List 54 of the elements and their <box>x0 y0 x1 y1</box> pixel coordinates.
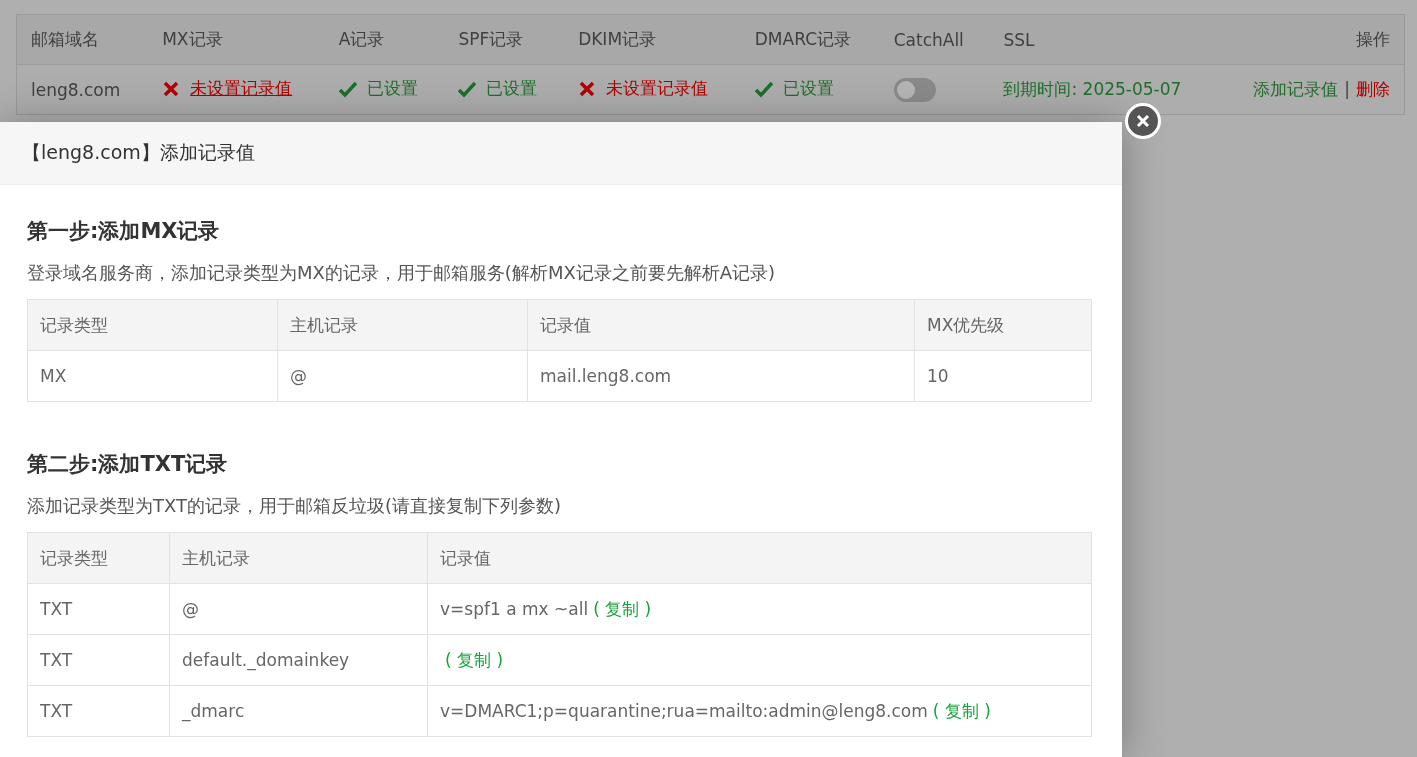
status-text: 已设置 <box>366 77 418 101</box>
column-header: DMARC记录 <box>740 14 880 65</box>
table-cell: v=spf1 a mx ~all <box>440 598 589 619</box>
section-heading: 第二步:添加TXT记录 <box>27 451 229 478</box>
column-header: A记录 <box>324 14 445 65</box>
column-header: 邮箱域名 <box>16 14 149 65</box>
table-cell: 到期时间: 2025-05-07 <box>989 64 1220 115</box>
status-text: 已设置 <box>782 77 834 101</box>
column-header: MX优先级 <box>914 299 1092 351</box>
check-icon <box>338 79 357 98</box>
table-cell: _dmarc <box>169 685 428 737</box>
column-header: SPF记录 <box>444 14 565 65</box>
column-header: 记录值 <box>527 299 915 351</box>
table-cell: 10 <box>914 350 1092 402</box>
close-button[interactable] <box>1125 103 1161 139</box>
table-cell: mail.leng8.com <box>527 350 915 402</box>
cross-icon <box>162 79 181 98</box>
status-link[interactable]: 未设置记录值 <box>190 77 293 101</box>
table-cell: @ <box>277 350 528 402</box>
table-cell: TXT <box>27 583 170 635</box>
dialog-title: 【leng8.com】添加记录值 <box>0 122 1122 185</box>
status-text: 未设置记录值 <box>606 77 709 101</box>
section-description: 添加记录类型为TXT的记录，用于邮箱反垃圾(请直接复制下列参数) <box>27 494 563 518</box>
copy-link[interactable]: ( 复制 ) <box>445 649 504 670</box>
column-header: CatchAll <box>879 14 990 65</box>
copy-link[interactable]: ( 复制 ) <box>932 700 991 721</box>
column-header: 主机记录 <box>169 532 428 584</box>
column-header: 记录类型 <box>27 532 170 584</box>
table-cell: TXT <box>27 634 170 686</box>
toggle-switch[interactable] <box>893 77 936 102</box>
column-header: 记录值 <box>427 532 1092 584</box>
section-heading: 第一步:添加MX记录 <box>27 218 221 245</box>
section-description: 登录域名服务商，添加记录类型为MX的记录，用于邮箱服务(解析MX记录之前要先解析A记录) <box>27 261 777 285</box>
status-text: 已设置 <box>486 77 538 101</box>
cross-icon <box>578 79 597 98</box>
column-header: MX记录 <box>148 14 325 65</box>
delete-link[interactable]: 删除 <box>1356 79 1390 99</box>
separator: | <box>1344 79 1350 99</box>
table-cell: MX <box>27 350 278 402</box>
column-header: 主机记录 <box>277 299 528 351</box>
column-header: SSL <box>989 14 1220 65</box>
table-cell: default._domainkey <box>169 634 428 686</box>
check-icon <box>754 79 773 98</box>
table-cell: @ <box>169 583 428 635</box>
column-header: 记录类型 <box>27 299 278 351</box>
table-cell: TXT <box>27 685 170 737</box>
close-icon <box>1134 112 1152 130</box>
add-link[interactable]: 添加记录值 <box>1253 79 1339 99</box>
check-icon <box>458 79 477 98</box>
copy-link[interactable]: ( 复制 ) <box>593 598 652 619</box>
column-header: 操作 <box>1219 14 1405 65</box>
table-cell: v=DMARC1;p=quarantine;rua=mailto:admin@leng8.com <box>440 700 928 721</box>
column-header: DKIM记录 <box>564 14 741 65</box>
table-cell: leng8.com <box>16 64 149 115</box>
